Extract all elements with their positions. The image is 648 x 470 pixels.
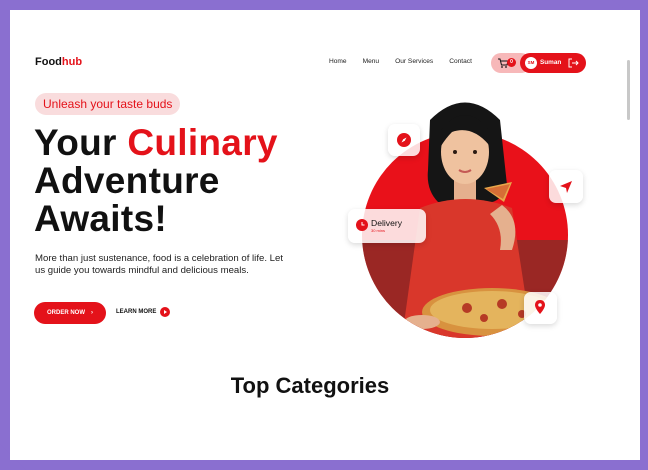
clock-icon (356, 219, 368, 231)
compass-icon (397, 133, 411, 147)
nav-menu[interactable]: Menu (363, 58, 380, 65)
nav-contact[interactable]: Contact (449, 58, 472, 65)
delivery-label: Delivery (371, 218, 403, 228)
order-now-button[interactable]: ORDER NOW › (34, 302, 106, 324)
hero-headline: Your Culinary Adventure Awaits! (34, 122, 278, 239)
learn-more-button[interactable]: LEARN MORE (116, 307, 171, 317)
cart-count-badge: 0 (507, 58, 516, 67)
scrollbar[interactable] (627, 60, 630, 120)
chevron-right-icon: › (91, 310, 93, 316)
avatar: SM (525, 57, 537, 69)
send-icon (560, 181, 572, 193)
main-nav: Home Menu Our Services Contact (329, 58, 488, 65)
nav-home[interactable]: Home (329, 58, 347, 65)
nav-our-services[interactable]: Our Services (395, 58, 433, 65)
user-name: Suman (540, 59, 562, 66)
play-icon (160, 307, 171, 317)
logo[interactable]: Foodhub (35, 56, 82, 68)
logout-icon[interactable] (567, 57, 579, 69)
hero-description: More than just sustenance, food is a cel… (35, 253, 283, 277)
section-title: Top Categories (230, 373, 390, 398)
map-pin-icon (535, 300, 545, 314)
delivery-time: 30 mins (371, 228, 386, 233)
tagline-badge: Unleash your taste buds (35, 93, 181, 115)
